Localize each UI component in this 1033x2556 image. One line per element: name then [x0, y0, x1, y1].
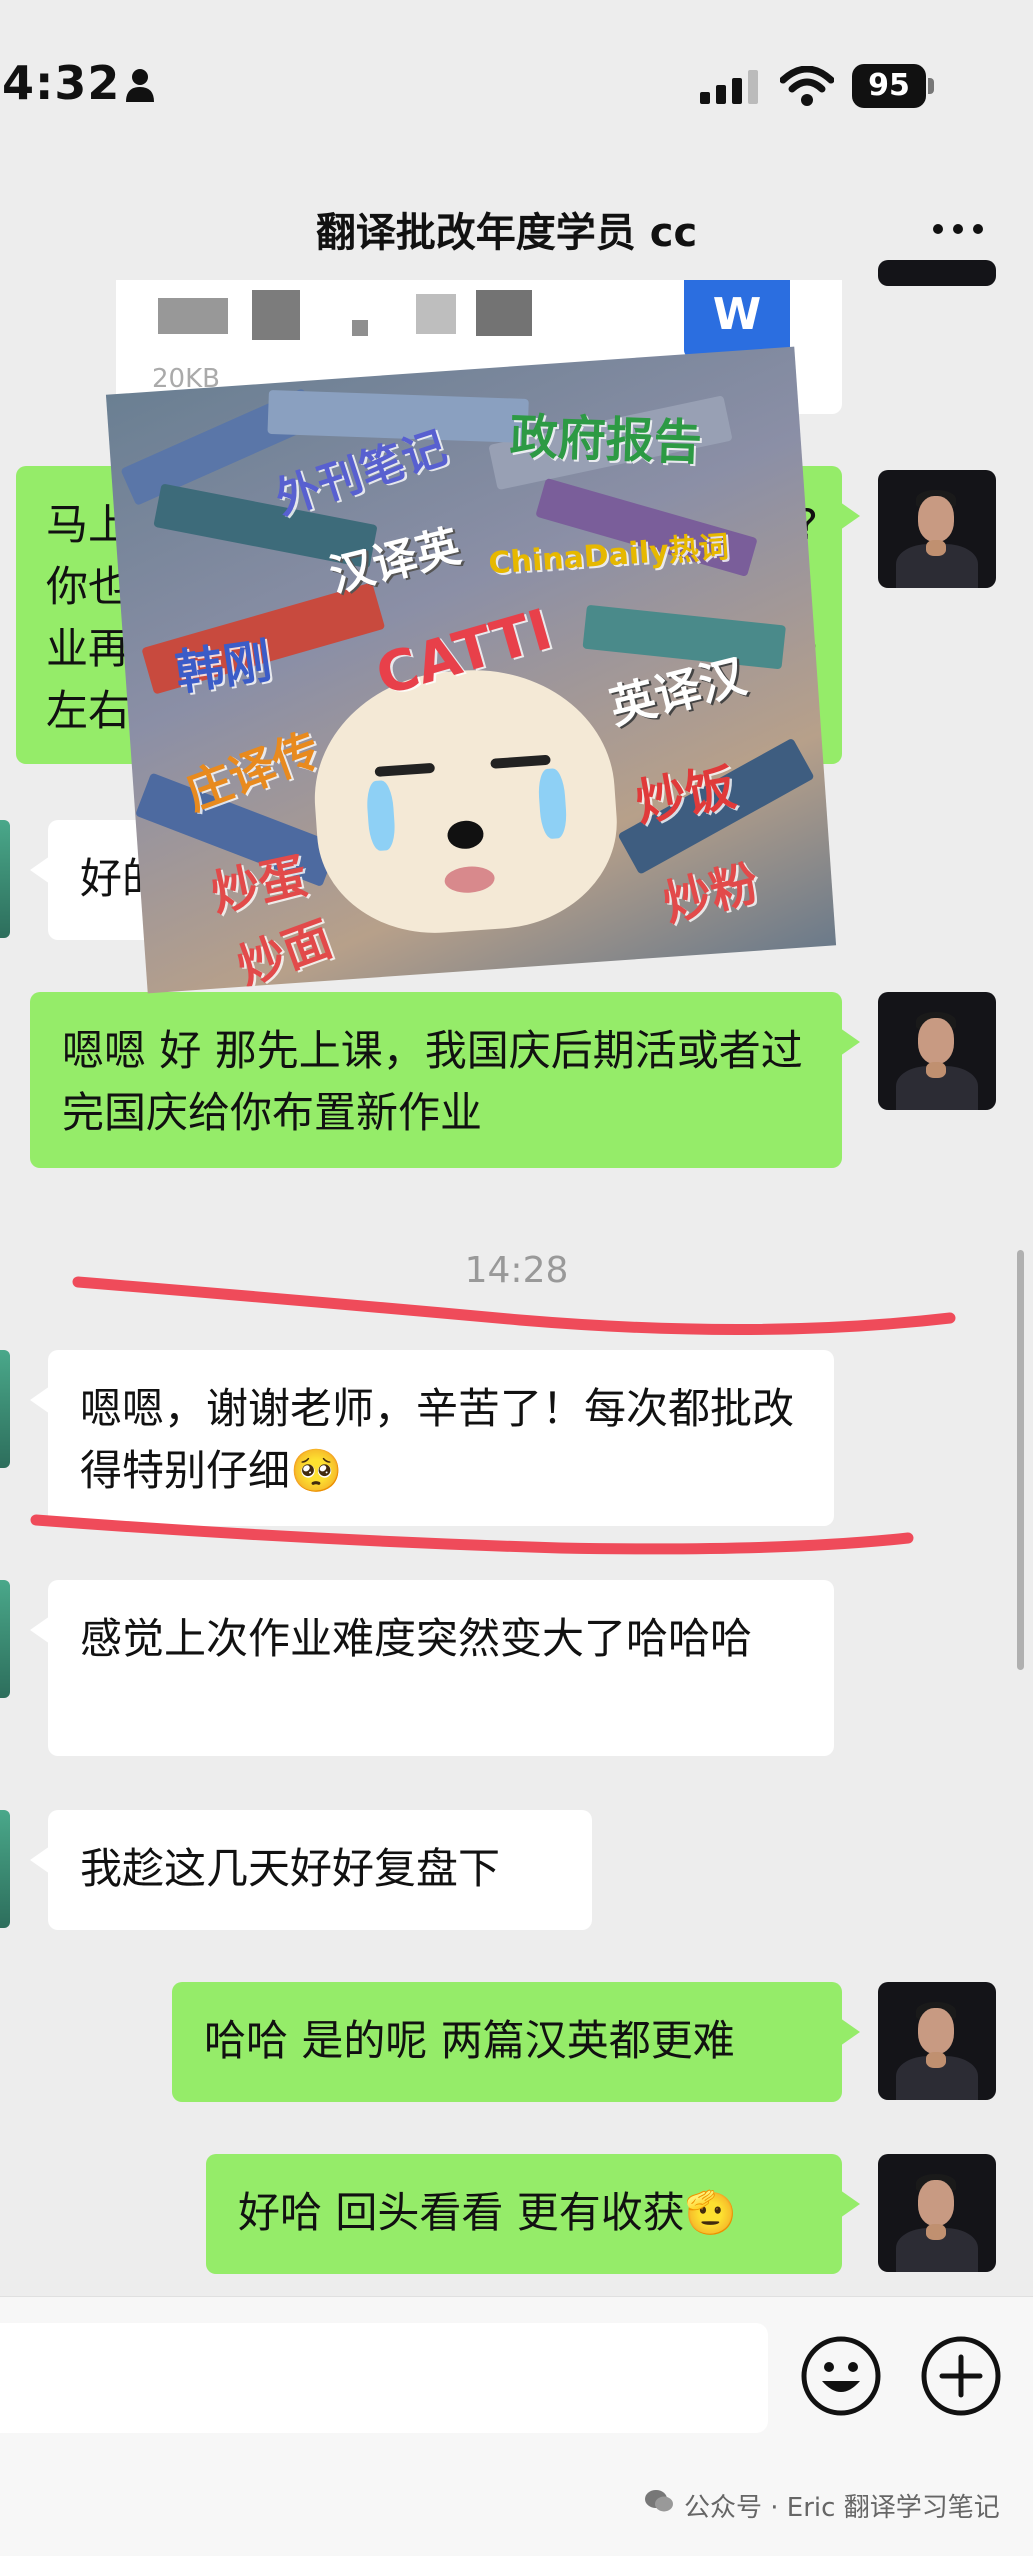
message-bubble[interactable]: 感觉上次作业难度突然变大了哈哈哈: [30, 1580, 834, 1756]
avatar[interactable]: [878, 260, 996, 286]
blurred-filename: [252, 290, 300, 340]
message-text: 感觉上次作业难度突然变大了哈哈哈: [80, 1614, 753, 1663]
more-icon[interactable]: [928, 214, 988, 244]
meme-word: 政府报告: [508, 408, 703, 472]
input-bar: 公众号 · Eric 翻译学习笔记: [0, 2296, 1033, 2556]
blurred-filename: [158, 298, 228, 334]
message-input[interactable]: [0, 2323, 768, 2433]
meme-word: 英译汉: [604, 648, 752, 735]
crying-cartoon: [306, 660, 624, 941]
avatar[interactable]: [878, 1982, 996, 2100]
signal-icon: [700, 70, 758, 104]
message-text: 哈哈 是的呢 两篇汉英都更难: [204, 2016, 735, 2065]
blurred-filename: [476, 290, 532, 336]
message-bubble[interactable]: 我趁这几天好好复盘下: [30, 1810, 592, 1930]
status-bar: 4:32 95: [0, 0, 1033, 170]
message-timestamp: 14:28: [464, 1250, 569, 1291]
avatar-edge[interactable]: [0, 820, 10, 938]
chat-title: 翻译批改年度学员 cc: [315, 210, 698, 256]
wechat-icon: [645, 2490, 673, 2512]
meme-word: 庄译传: [178, 722, 327, 821]
emoji-icon[interactable]: [800, 2335, 882, 2417]
wifi-icon: [780, 66, 834, 106]
meme-image: 外刊笔记 政府报告 汉译英 ChinaDaily热词 韩刚 CATTI 庄译传 …: [105, 346, 837, 994]
message-text: 嗯嗯，谢谢老师，辛苦了！每次都批改得特别仔细🥺: [80, 1384, 795, 1495]
status-time: 4:32: [2, 56, 121, 110]
meme-word: ChinaDaily热词: [487, 529, 730, 582]
battery-indicator: 95: [852, 64, 926, 108]
avatar-edge[interactable]: [0, 1350, 10, 1468]
avatar-edge[interactable]: [0, 1810, 10, 1928]
person-icon: [126, 69, 154, 102]
blurred-filename: [416, 294, 456, 334]
blurred-filename: [352, 320, 368, 336]
message-bubble[interactable]: 哈哈 是的呢 两篇汉英都更难: [172, 1982, 860, 2102]
avatar[interactable]: [878, 2154, 996, 2272]
meme-word: 韩刚: [172, 632, 275, 702]
avatar[interactable]: [878, 992, 996, 1110]
battery-tip: [928, 78, 934, 94]
scrollbar[interactable]: [1017, 1250, 1024, 1670]
message-text: 我趁这几天好好复盘下: [80, 1844, 501, 1893]
message-bubble[interactable]: 嗯嗯，谢谢老师，辛苦了！每次都批改得特别仔细🥺: [30, 1350, 834, 1526]
word-file-icon: W: [684, 280, 790, 358]
avatar[interactable]: [878, 470, 996, 588]
message-text: 好哈 回头看看 更有收获🫡: [238, 2188, 737, 2237]
message-bubble[interactable]: 好哈 回头看看 更有收获🫡: [206, 2154, 860, 2274]
message-text: 嗯嗯 好 那先上课，我国庆后期活或者过完国庆给你布置新作业: [62, 1026, 803, 1137]
watermark: 公众号 · Eric 翻译学习笔记: [684, 2493, 1000, 2523]
message-bubble[interactable]: 嗯嗯 好 那先上课，我国庆后期活或者过完国庆给你布置新作业: [30, 992, 860, 1168]
avatar-edge[interactable]: [0, 1580, 10, 1698]
plus-icon[interactable]: [920, 2335, 1002, 2417]
